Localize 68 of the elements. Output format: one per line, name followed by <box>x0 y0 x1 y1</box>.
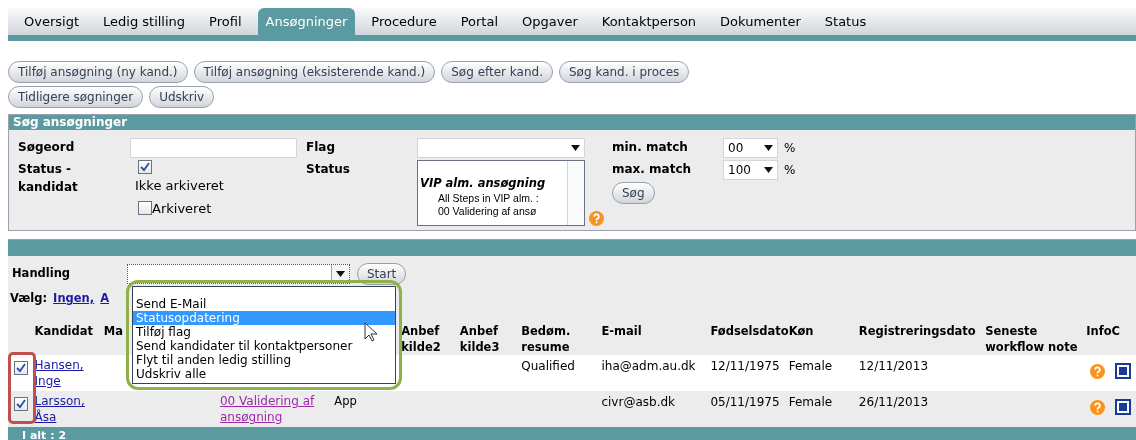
column-header: Seneste workflow note <box>985 324 1078 355</box>
min-match-select[interactable]: 00 <box>723 138 778 158</box>
field-label: Flag <box>306 139 336 156</box>
table-cell: 26/11/2013 <box>858 395 929 410</box>
table-cell: 12/11/2013 <box>858 359 929 374</box>
panel-header: Søg ansøgninger <box>9 115 1135 130</box>
tab[interactable]: Status <box>816 8 875 35</box>
percent-label: % <box>784 162 796 179</box>
candidate-link[interactable]: Larsson, Åsa <box>34 393 104 426</box>
tab[interactable]: Oversigt <box>16 8 87 35</box>
percent-label: % <box>784 140 796 157</box>
table-cell: App <box>334 394 357 409</box>
status-link[interactable]: 00 Validering af ansøgning <box>219 393 335 426</box>
candidate-link[interactable]: Hansen, Inge <box>34 357 104 390</box>
table-cell: iha@adm.au.dk <box>601 359 696 374</box>
table-cell: Female <box>788 359 833 374</box>
action-button[interactable]: Søg kand. i proces <box>559 61 690 83</box>
start-button[interactable]: Start <box>357 263 407 285</box>
table-cell: Female <box>788 395 833 410</box>
select-link[interactable]: Ingen, <box>53 290 95 308</box>
action-button[interactable]: Tilføj ansøgning (ny kand.) <box>8 61 188 83</box>
total-count: I alt : 2 <box>21 429 67 440</box>
checkbox-label: Arkiveret <box>152 199 212 218</box>
action-button[interactable]: Udskriv <box>149 86 215 108</box>
tab[interactable]: Profil <box>201 8 250 35</box>
choose-label: Vælg: <box>10 290 48 307</box>
tab[interactable]: Procedure <box>363 8 445 35</box>
column-header: Fødselsdato <box>710 324 789 339</box>
action-button[interactable]: Søg efter kand. <box>441 61 553 83</box>
dropdown-option[interactable]: Send E-Mail <box>133 297 395 311</box>
tab[interactable]: Ledig stilling <box>95 8 194 35</box>
field-label: Handling <box>12 265 72 283</box>
tab[interactable]: Portal <box>452 8 506 35</box>
column-header: Anbef kilde2 <box>401 324 441 355</box>
list-item[interactable]: 00 Validering af ansø <box>420 205 567 219</box>
column-header: E-mail <box>601 324 642 339</box>
checkbox-label: Ikke arkiveret <box>135 177 225 195</box>
column-header: Registreringsdato <box>858 324 976 339</box>
tab[interactable]: Dokumenter <box>712 8 809 35</box>
column-header: Bedøm. resume <box>521 324 571 355</box>
list-group: VIP alm. ansøgning <box>420 175 567 193</box>
dropdown-option[interactable]: Udskriv alle <box>133 367 395 381</box>
table-cell: Qualified <box>521 359 575 374</box>
field-label: Status - kandidat <box>18 161 79 196</box>
column-header: InfoC <box>1086 324 1121 339</box>
table-cell: 12/11/1975 <box>710 359 780 374</box>
select-link[interactable]: A <box>100 290 110 308</box>
table-cell: 05/11/1975 <box>710 395 780 410</box>
dropdown-option[interactable]: Flyt til anden ledig stilling <box>133 353 395 367</box>
tab[interactable]: Opgaver <box>514 8 586 35</box>
search-button[interactable]: Søg <box>612 182 655 204</box>
status-listbox[interactable]: VIP alm. ansøgning All Steps in VIP alm. : 00 Validering af ansø <box>417 160 585 226</box>
list-item[interactable]: All Steps in VIP alm. : <box>420 192 567 206</box>
field-label: Søgeord <box>18 139 76 156</box>
field-label: max. match <box>612 161 692 178</box>
field-label: min. match <box>612 139 689 156</box>
column-header: Ma <box>103 324 123 339</box>
action-button[interactable]: Tidligere søgninger <box>8 86 144 108</box>
tab[interactable]: Kontaktperson <box>593 8 705 35</box>
dropdown-option[interactable]: Send kandidater til kontaktpersoner <box>133 339 395 353</box>
dropdown-option[interactable]: Tilføj flag <box>133 325 395 339</box>
column-header: Kandidat <box>34 324 94 339</box>
action-button[interactable]: Tilføj ansøgning (eksisterende kand.) <box>193 61 436 83</box>
field-label: Status <box>306 161 351 178</box>
column-header: Anbef kilde3 <box>459 324 500 355</box>
table-cell: civr@asb.dk <box>601 395 675 410</box>
max-match-select[interactable]: 100 <box>723 160 778 180</box>
column-header: Køn <box>788 324 814 339</box>
